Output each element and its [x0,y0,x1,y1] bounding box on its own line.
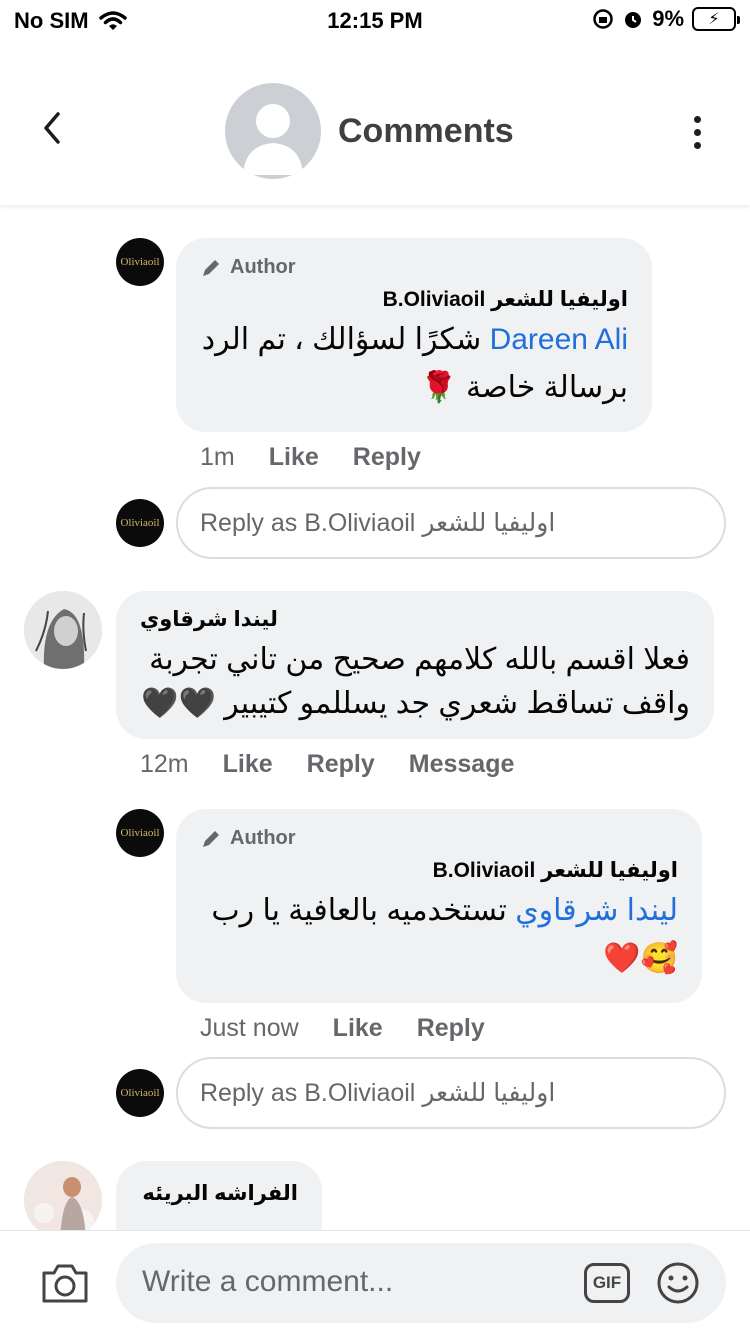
comment-text: ليندا شرقاوي تستخدميه بالعافية يا رب [200,887,678,935]
mention-link[interactable]: Dareen Ali [490,323,628,356]
emoji-button[interactable] [656,1261,700,1310]
comment-text-line: تستخدميه بالعافية يا رب [211,894,507,927]
comment-bubble[interactable]: الفراشه البريئه [116,1161,322,1230]
comment-bubble[interactable]: Author اوليفيا للشعر B.Oliviaoil Dareen … [176,238,652,432]
status-bar: No SIM 12:15 PM 9% ⚡ [0,0,750,40]
page-title: Comments [338,112,514,150]
author-label: Author [230,256,296,278]
reply-button[interactable]: Reply [417,1014,485,1043]
author-avatar[interactable]: Oliviaoil [116,238,164,286]
reply-input[interactable]: Reply as B.Oliviaoil اوليفيا للشعر [176,487,726,559]
author-badge: Author [200,827,678,850]
comment-text: Dareen Ali شكرًا لسؤالك ، تم الرد [200,316,628,364]
comment-input[interactable]: Write a comment... GIF [116,1243,726,1323]
brand-logo-text: Oliviaoil [120,256,160,268]
dot-icon [694,142,701,149]
dot-icon [694,116,701,123]
my-avatar: Oliviaoil [116,499,164,547]
reply-button[interactable]: Reply [353,443,421,472]
author-label: Author [230,827,296,849]
battery-percent: 9% [652,6,684,31]
comment-text-line: واقف تساقط شعري جد يسللمو كتيبير 🖤🖤 [141,687,690,720]
comment-time: 12m [140,750,189,778]
commenter-name[interactable]: اوليفيا للشعر B.Oliviaoil [200,858,678,883]
comment-actions: Just now Like Reply [200,1014,485,1043]
comment-bubble[interactable]: ليندا شرقاوي فعلا اقسم بالله كلامهم صحيح… [116,591,714,739]
camera-icon [42,1264,88,1303]
reply-input[interactable]: Reply as B.Oliviaoil اوليفيا للشعر [176,1057,726,1129]
like-button[interactable]: Like [223,750,273,779]
comment-text-line: برسالة خاصة 🌹 [420,371,628,404]
comment-input-placeholder: Write a comment... [142,1265,394,1298]
chevron-left-icon [44,112,60,144]
battery-charging-icon: ⚡ [692,7,740,31]
comment-actions: 12m Like Reply Message [140,750,514,779]
gif-button[interactable]: GIF [584,1263,630,1303]
dot-icon [694,129,701,136]
smiley-icon [657,1262,699,1304]
message-button[interactable]: Message [409,750,515,779]
comment-text-line: 🥰❤️ [603,942,678,975]
default-profile-icon [243,104,303,175]
comment-time: 1m [200,443,235,471]
profile-photo [24,591,102,669]
comment-bubble[interactable]: Author اوليفيا للشعر B.Oliviaoil ليندا ش… [176,809,702,1003]
more-options-button[interactable] [694,116,702,149]
profile-photo [24,1161,102,1230]
comments-header: Comments [0,40,750,205]
commenter-avatar[interactable] [24,591,102,669]
page-avatar[interactable] [225,83,321,179]
mention-link[interactable]: ليندا شرقاوي [515,894,678,927]
comment-text-line: شكرًا لسؤالك ، تم الرد [201,323,482,356]
author-avatar[interactable]: Oliviaoil [116,809,164,857]
like-button[interactable]: Like [269,443,319,472]
comment-actions: 1m Like Reply [200,443,421,472]
back-button[interactable] [40,110,80,150]
camera-button[interactable] [40,1261,90,1310]
commenter-name[interactable]: اوليفيا للشعر B.Oliviaoil [200,287,628,312]
my-avatar: Oliviaoil [116,1069,164,1117]
pencil-icon [203,259,219,276]
status-right: 9% ⚡ [592,6,740,32]
like-button[interactable]: Like [333,1014,383,1043]
comment-text-line: فعلا اقسم بالله كلامهم صحيح من تاني تجرب… [149,643,690,676]
brand-logo-text: Oliviaoil [120,517,160,529]
rotation-lock-icon [593,9,613,29]
comment-composer: Write a comment... GIF [0,1230,750,1334]
alarm-icon [625,12,642,28]
comments-list: Oliviaoil Author اوليفيا للشعر B.Oliviao… [0,205,750,1230]
brand-logo-text: Oliviaoil [120,827,160,839]
commenter-avatar[interactable] [24,1161,102,1230]
commenter-name[interactable]: ليندا شرقاوي [140,607,290,632]
brand-logo-text: Oliviaoil [120,1087,160,1099]
commenter-name[interactable]: الفراشه البريئه [140,1181,298,1206]
comment-time: Just now [200,1014,299,1042]
reply-button[interactable]: Reply [307,750,375,779]
pencil-icon [203,830,219,847]
author-badge: Author [200,256,628,279]
